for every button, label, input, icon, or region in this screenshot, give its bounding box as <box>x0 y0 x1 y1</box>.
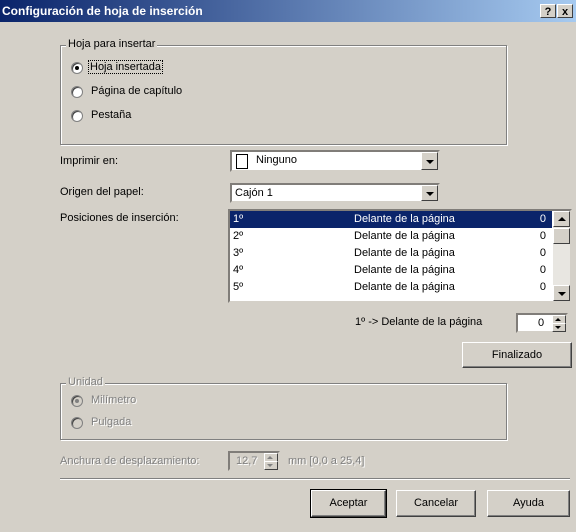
chevron-down-icon <box>426 192 434 196</box>
radio-pulgada[interactable] <box>71 417 83 429</box>
radio-milimetro[interactable] <box>71 395 83 407</box>
unit-legend: Unidad <box>66 376 105 388</box>
shift-width-value: 12,7 <box>236 455 258 467</box>
radio-label-pestana[interactable]: Pestaña <box>91 109 131 121</box>
row-index: 3º <box>233 247 244 259</box>
list-item[interactable]: 5º Delante de la página 0 <box>230 279 552 296</box>
help-title-button[interactable]: ? <box>540 4 556 18</box>
print-on-select[interactable]: Ninguno <box>230 150 440 172</box>
scroll-thumb[interactable] <box>553 228 570 244</box>
row-count: 0 <box>539 230 546 242</box>
chevron-up-icon <box>267 456 273 459</box>
spin-down-button[interactable] <box>552 323 566 332</box>
chevron-down-icon <box>267 464 273 467</box>
footer-separator <box>60 478 570 480</box>
chevron-down-icon <box>558 292 566 296</box>
row-count: 0 <box>539 247 546 259</box>
scroll-down-button[interactable] <box>553 285 570 301</box>
radio-pagina-capitulo[interactable] <box>71 86 83 98</box>
list-item[interactable]: 4º Delante de la página 0 <box>230 262 552 279</box>
positions-rows: 1º Delante de la página 0 2º Delante de la p… <box>230 211 552 296</box>
row-position: Delante de la página <box>354 230 455 242</box>
close-button[interactable]: x <box>557 4 573 18</box>
print-on-value: Ninguno <box>256 154 297 166</box>
sheet-type-legend: Hoja para insertar <box>66 38 158 50</box>
radio-label-milimetro[interactable]: Milímetro <box>91 394 136 406</box>
chevron-down-icon <box>426 160 434 164</box>
row-position: Delante de la página <box>354 281 455 293</box>
row-count: 0 <box>539 281 546 293</box>
list-item[interactable]: 1º Delante de la página 0 <box>230 211 552 228</box>
row-index: 4º <box>233 264 244 276</box>
paper-source-value: Cajón 1 <box>235 187 273 199</box>
current-position-value: 0 <box>538 317 545 329</box>
shift-width-spinner[interactable]: 12,7 <box>228 451 280 471</box>
row-count: 0 <box>539 213 546 225</box>
radio-label-hoja-insertada[interactable]: Hoja insertada <box>88 60 163 74</box>
row-count: 0 <box>539 264 546 276</box>
chevron-up-icon <box>555 318 561 321</box>
chevron-up-icon <box>558 217 566 221</box>
unit-group <box>60 383 507 440</box>
row-index: 1º <box>233 213 244 225</box>
row-position: Delante de la página <box>354 247 455 259</box>
current-position-spinner[interactable]: 0 <box>516 313 568 333</box>
row-position: Delante de la página <box>354 213 455 225</box>
list-item[interactable]: 3º Delante de la página 0 <box>230 245 552 262</box>
shift-width-down-button[interactable] <box>264 461 278 470</box>
page-icon <box>236 154 248 169</box>
radio-label-pagina-capitulo[interactable]: Página de capítulo <box>91 85 182 97</box>
paper-source-label: Origen del papel: <box>60 186 144 198</box>
list-item[interactable]: 2º Delante de la página 0 <box>230 228 552 245</box>
shift-width-label: Anchura de desplazamiento: <box>60 455 200 467</box>
print-on-dropdown-button[interactable] <box>421 152 438 170</box>
shift-width-range: mm [0,0 a 25,4] <box>288 455 365 467</box>
help-button[interactable]: Ayuda <box>487 490 570 517</box>
row-index: 5º <box>233 281 244 293</box>
radio-hoja-insertada[interactable] <box>71 62 83 74</box>
radio-pestana[interactable] <box>71 110 83 122</box>
positions-label: Posiciones de inserción: <box>60 212 179 224</box>
scroll-up-button[interactable] <box>553 211 570 227</box>
row-position: Delante de la página <box>354 264 455 276</box>
paper-source-select[interactable]: Cajón 1 <box>230 183 440 203</box>
ok-button[interactable]: Aceptar <box>310 489 387 518</box>
positions-list[interactable]: 1º Delante de la página 0 2º Delante de la p… <box>228 209 572 303</box>
print-on-label: Imprimir en: <box>60 155 119 167</box>
finish-button[interactable]: Finalizado <box>462 342 572 368</box>
cancel-button[interactable]: Cancelar <box>396 490 476 517</box>
paper-source-dropdown-button[interactable] <box>421 185 438 201</box>
positions-scrollbar[interactable] <box>553 211 570 301</box>
current-position-label: 1º -> Delante de la página <box>355 316 483 328</box>
chevron-down-icon <box>555 326 561 329</box>
row-index: 2º <box>233 230 244 242</box>
radio-label-pulgada[interactable]: Pulgada <box>91 416 131 428</box>
window-title: Configuración de hoja de inserción <box>2 4 203 18</box>
